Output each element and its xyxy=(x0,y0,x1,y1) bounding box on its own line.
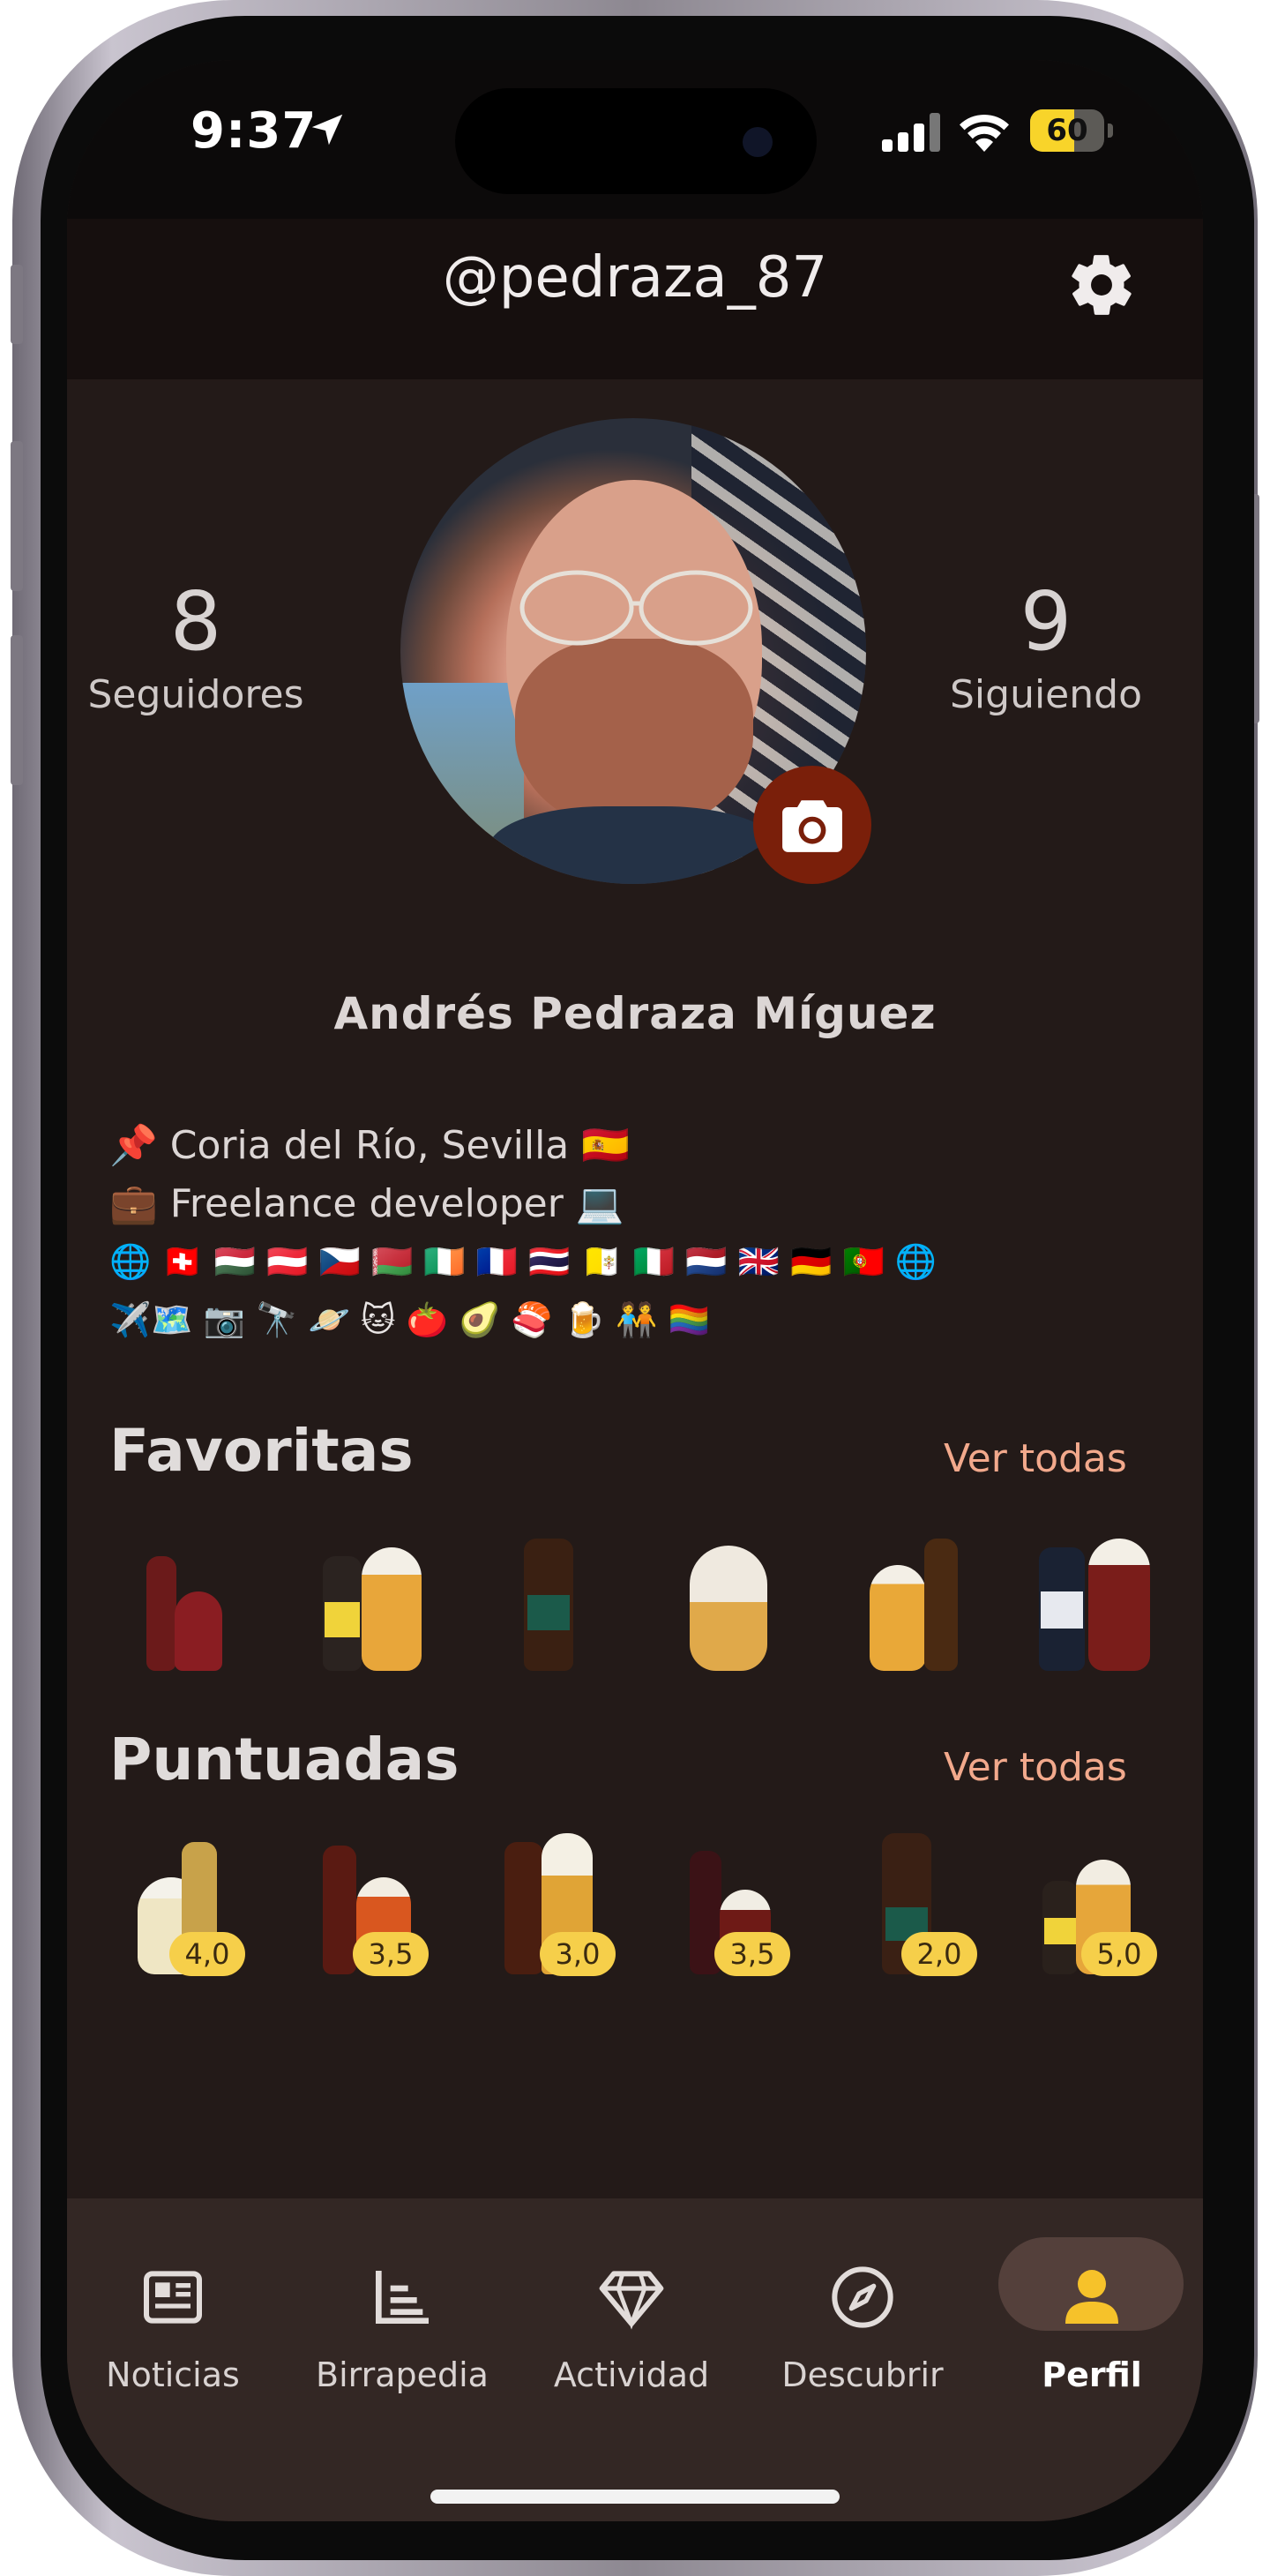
profile-header: @pedraza_87 xyxy=(67,219,1203,379)
rated-title: Puntuadas xyxy=(109,1726,459,1793)
tab-label: Birrapedia xyxy=(316,2355,489,2394)
status-time: 9:37 xyxy=(190,102,318,160)
front-camera xyxy=(743,127,773,157)
tab-label: Noticias xyxy=(106,2355,240,2394)
rated-see-all-link[interactable]: Ver todas xyxy=(944,1745,1127,1790)
tab-label: Actividad xyxy=(553,2355,710,2394)
rated-beer-2[interactable]: 3,5 xyxy=(307,1833,430,1976)
favorite-beer-5[interactable] xyxy=(847,1530,970,1671)
volume-down-button xyxy=(11,635,23,785)
following-stat[interactable]: 9 Siguiendo xyxy=(914,573,1178,717)
change-photo-button[interactable] xyxy=(753,766,871,884)
battery-level: 60 xyxy=(1046,113,1088,148)
favorites-title: Favoritas xyxy=(109,1417,414,1485)
compass-icon xyxy=(832,2266,893,2328)
rated-beer-5[interactable]: 2,0 xyxy=(850,1833,977,1976)
favorite-beer-3[interactable] xyxy=(483,1530,607,1671)
following-count: 9 xyxy=(1020,574,1072,669)
list-icon xyxy=(376,2271,429,2324)
favorite-beer-1[interactable] xyxy=(120,1530,243,1671)
action-button xyxy=(11,265,23,344)
volume-up-button xyxy=(11,441,23,591)
favorite-beer-4[interactable] xyxy=(665,1530,788,1671)
status-bar: 9:37 60 xyxy=(67,60,1203,219)
person-icon xyxy=(1065,2270,1118,2324)
favorite-beer-6[interactable] xyxy=(1028,1530,1152,1671)
rated-beer-6[interactable]: 5,0 xyxy=(1032,1833,1157,1976)
app-screen: 9:37 60 @pedraza_87 8 Seguidores 9 Sigui… xyxy=(67,60,1203,2521)
tab-birrapedia[interactable]: Birrapedia xyxy=(305,2243,499,2401)
rated-beer-1[interactable]: 4,0 xyxy=(125,1833,249,1976)
rating-badge: 3,5 xyxy=(353,1932,429,1976)
rated-beer-3[interactable]: 3,0 xyxy=(487,1833,616,1976)
following-label: Siguiendo xyxy=(949,672,1142,717)
bio-hobbies: ✈️🗺️ 📷 🔭 🪐 🐱 🍅 🥑 🍣 🍺 🧑‍🤝‍🧑 🏳️‍🌈 xyxy=(109,1300,710,1339)
tab-descubrir[interactable]: Descubrir xyxy=(766,2243,960,2401)
rated-beer-4[interactable]: 3,5 xyxy=(669,1833,792,1976)
full-name: Andrés Pedraza Míguez xyxy=(333,988,937,1039)
location-arrow-icon xyxy=(311,114,343,146)
rating-badge: 3,5 xyxy=(714,1932,790,1976)
rating-badge: 4,0 xyxy=(169,1932,245,1976)
followers-stat[interactable]: 8 Seguidores xyxy=(67,573,328,717)
favorite-beer-2[interactable] xyxy=(302,1530,425,1671)
newspaper-icon xyxy=(144,2271,202,2324)
tab-label: Perfil xyxy=(1042,2355,1142,2394)
camera-icon xyxy=(782,800,842,852)
bio-job: 💼 Freelance developer 💻 xyxy=(109,1181,624,1226)
followers-count: 8 xyxy=(169,574,222,669)
dynamic-island xyxy=(455,88,817,194)
home-indicator[interactable] xyxy=(430,2490,840,2504)
cellular-signal-icon xyxy=(882,113,940,152)
bio-flags: 🌐 🇨🇭 🇭🇺 🇦🇹 🇨🇿 🇧🇾 🇮🇪 🇫🇷 🇹🇭 🇻🇦 🇮🇹 🇳🇱 🇬🇧 🇩🇪… xyxy=(109,1242,938,1281)
bio-location: 📌 Coria del Río, Sevilla 🇪🇸 xyxy=(109,1123,631,1168)
battery-indicator: 60 xyxy=(1030,109,1113,152)
tab-perfil[interactable]: Perfil xyxy=(995,2243,1189,2401)
rating-badge: 3,0 xyxy=(540,1932,616,1976)
gear-icon[interactable] xyxy=(1065,249,1138,321)
wifi-icon xyxy=(960,114,1009,152)
tab-noticias[interactable]: Noticias xyxy=(76,2243,270,2401)
rating-badge: 2,0 xyxy=(901,1932,977,1976)
username-title: @pedraza_87 xyxy=(442,245,828,311)
favorites-see-all-link[interactable]: Ver todas xyxy=(944,1436,1127,1481)
followers-label: Seguidores xyxy=(87,672,304,717)
tab-label: Descubrir xyxy=(781,2355,944,2394)
rating-badge: 5,0 xyxy=(1081,1932,1157,1976)
diamond-icon xyxy=(599,2271,664,2330)
tab-actividad[interactable]: Actividad xyxy=(534,2243,728,2401)
